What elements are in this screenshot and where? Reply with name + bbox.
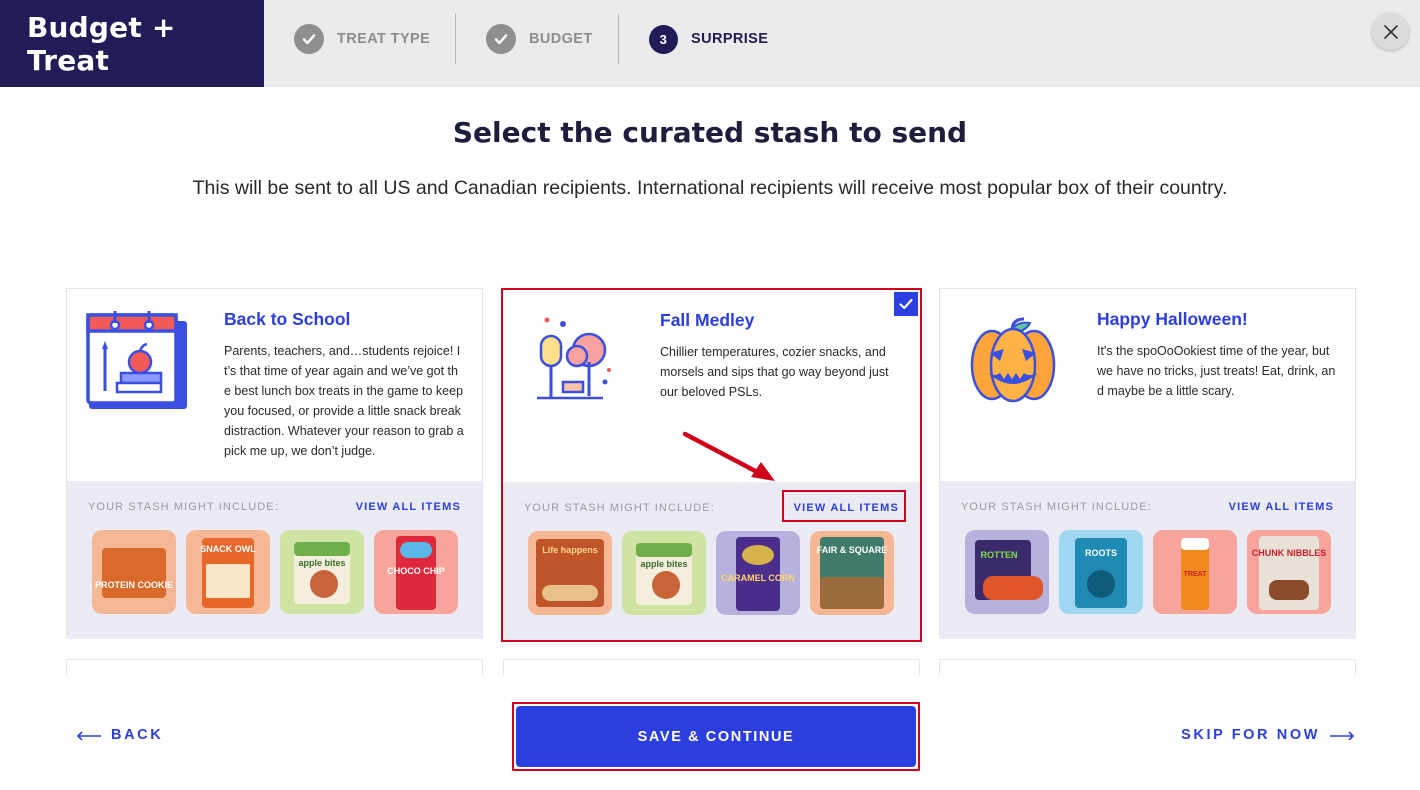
step-divider [455,14,456,64]
card-description: Chillier temperatures, cozier snacks, an… [660,345,889,399]
item-label: CARAMEL CORN [721,573,795,583]
item-label: apple bites [298,558,346,568]
step-label: TREAT TYPE [337,31,431,47]
item-thumbnail[interactable]: apple bites [280,530,364,614]
step-number: 3 [649,24,678,54]
might-include-label: YOUR STASH MIGHT INCLUDE: [524,502,715,514]
item-label: apple bites [640,559,688,569]
item-label: ROOTS [1084,548,1117,558]
page-subtitle: This will be sent to all US and Canadian… [192,177,1228,199]
item-thumbnail[interactable]: CARAMEL CORN [716,531,800,615]
item-thumbnail[interactable]: FAIR & SQUARE [810,531,894,615]
card-header: Back to School Parents, teachers, and…st… [67,289,482,481]
item-thumbnail[interactable]: ROTTEN [965,530,1049,614]
jack-o-lantern-icon [968,315,1072,419]
view-all-items-link[interactable]: VIEW ALL ITEMS [356,501,461,513]
item-thumbnail[interactable]: ROOTS [1059,530,1143,614]
back-button[interactable]: BACK [76,727,163,743]
card-items-section: YOUR STASH MIGHT INCLUDE: VIEW ALL ITEMS… [503,482,920,640]
step-treat-type[interactable]: TREAT TYPE [294,23,430,55]
item-label: ROTTEN [980,550,1018,560]
stash-card-happy-halloween[interactable]: Happy Halloween! It's the spoOoOokiest t… [939,288,1356,639]
stash-card-back-to-school[interactable]: Back to School Parents, teachers, and…st… [66,288,483,639]
item-thumbnail[interactable]: PROTEIN COOKIE [92,530,176,614]
annotation-arrow-icon [682,431,775,481]
item-thumbnail[interactable]: CHOCO CHIP [374,530,458,614]
might-include-label: YOUR STASH MIGHT INCLUDE: [961,501,1152,513]
check-icon [486,24,516,54]
card-title: Happy Halloween! [1097,309,1248,329]
arrow-left-icon [76,731,101,740]
close-icon [1383,24,1398,39]
top-bar: Budget + Treat TREAT TYPE BUDGET 3 SURPR… [0,0,1420,87]
view-all-items-link[interactable]: VIEW ALL ITEMS [1229,501,1334,513]
brand-title: Budget + Treat [0,0,264,87]
item-label: TREAT [1183,571,1207,578]
item-label: SNACK OWL [200,544,256,554]
item-label: FAIR & SQUARE [816,545,888,555]
arrow-right-icon [1330,731,1355,740]
item-label: CHUNK NIBBLES [1251,548,1327,558]
card-title: Fall Medley [660,310,755,330]
selected-check-icon [894,292,918,316]
step-label: BUDGET [529,31,593,47]
card-description: It's the spoOoOokiest time of the year, … [1097,344,1336,398]
autumn-trees-icon [523,310,627,414]
card-description: Parents, teachers, and…students rejoice!… [224,344,464,458]
item-thumbnail[interactable]: Life happens [528,531,612,615]
back-label: BACK [111,727,164,743]
might-include-label: YOUR STASH MIGHT INCLUDE: [88,501,279,513]
item-thumbnail[interactable]: TREAT [1153,530,1237,614]
item-thumbnails: PROTEIN COOKIE SNACK OWL apple bites CHO… [92,530,458,614]
save-and-continue-button[interactable]: SAVE & CONTINUE [516,706,916,767]
step-label: SURPRISE [691,31,769,47]
step-divider [618,14,619,64]
item-label: CHOCO CHIP [387,566,445,576]
item-label: PROTEIN COOKIE [94,580,173,590]
item-thumbnail[interactable]: SNACK OWL [186,530,270,614]
item-thumbnail[interactable]: CHUNK NIBBLES [1247,530,1331,614]
item-thumbnails: Life happens apple bites CARAMEL CORN FA… [528,531,894,615]
check-icon [294,24,324,54]
item-thumbnail[interactable]: apple bites [622,531,706,615]
card-items-section: YOUR STASH MIGHT INCLUDE: VIEW ALL ITEMS… [67,481,482,639]
step-surprise[interactable]: 3 SURPRISE [649,23,768,55]
item-label: Life happens [542,545,598,555]
stash-card-fall-medley[interactable]: Fall Medley Chillier temperatures, cozie… [501,288,922,642]
close-button[interactable] [1372,13,1409,50]
card-title: Back to School [224,309,351,329]
card-header: Fall Medley Chillier temperatures, cozie… [503,290,920,482]
card-items-section: YOUR STASH MIGHT INCLUDE: VIEW ALL ITEMS… [940,481,1355,639]
skip-for-now-button[interactable]: SKIP FOR NOW [1181,727,1355,743]
page-title: Select the curated stash to send [452,116,968,149]
view-all-items-link[interactable]: VIEW ALL ITEMS [794,502,899,514]
skip-label: SKIP FOR NOW [1181,727,1320,743]
card-header: Happy Halloween! It's the spoOoOokiest t… [940,289,1355,481]
step-budget[interactable]: BUDGET [486,23,593,55]
item-thumbnails: ROTTEN ROOTS TREAT CHUNK NIBBLES [965,530,1331,614]
calendar-apple-icon [85,307,189,411]
